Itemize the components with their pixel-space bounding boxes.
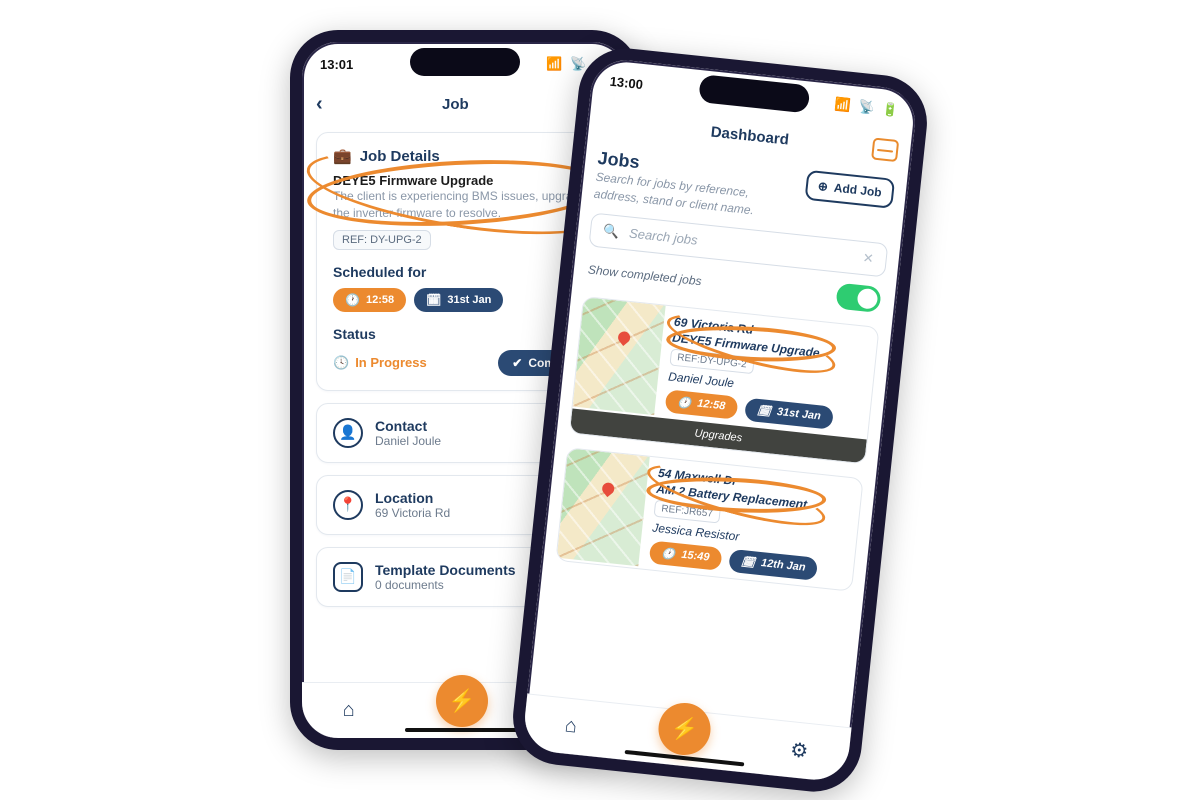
screen-dashboard: Dashboard Jobs Search for jobs by refere… — [527, 101, 914, 728]
map-thumbnail — [573, 297, 666, 415]
job-title: DEYE5 Firmware Upgrade — [333, 173, 597, 188]
job-time: 12:58 — [697, 398, 726, 413]
time-value: 12:58 — [366, 294, 394, 306]
fab-action[interactable]: ⚡ — [436, 675, 488, 727]
battery-icon: 🔋 — [881, 101, 899, 118]
signal-icon: 📶 — [834, 96, 852, 113]
search-icon: 🔍 — [602, 222, 620, 240]
tab-settings[interactable]: ⚙ — [789, 737, 809, 764]
tab-home[interactable]: ⌂ — [564, 715, 578, 739]
location-label: Location — [375, 490, 450, 506]
job-details-heading: 💼 Job Details — [333, 147, 597, 165]
device-notch — [410, 48, 520, 76]
job-time-pill: 🕐 15:49 — [649, 540, 723, 570]
wifi-icon: 📡 — [570, 56, 586, 71]
job-ref: REF:JR657 — [654, 499, 721, 523]
person-icon: 👤 — [333, 418, 363, 448]
job-date-pill: 🗓 12th Jan — [728, 548, 819, 580]
map-pin-icon — [600, 480, 617, 497]
document-icon: 📄 — [333, 562, 363, 592]
job-details-heading-text: Job Details — [360, 148, 440, 165]
check-icon: ✔ — [512, 356, 522, 370]
job-date: 12th Jan — [760, 557, 806, 574]
calendar-icon: 🗓 — [741, 555, 756, 569]
job-description: The client is experiencing BMS issues, u… — [333, 188, 597, 222]
status-icons: 📶 📡 🔋 — [830, 96, 899, 119]
wifi-icon: 📡 — [858, 99, 876, 116]
job-date-pill: 🗓 31st Jan — [744, 397, 834, 429]
pin-icon: 📍 — [333, 490, 363, 520]
completed-toggle[interactable] — [835, 282, 881, 312]
add-job-button[interactable]: ⊕ Add Job — [804, 170, 895, 209]
status-text: 🕓 In Progress — [333, 355, 427, 371]
time-pill[interactable]: 🕐 12:58 — [333, 288, 406, 312]
template-value: 0 documents — [375, 578, 516, 592]
tab-home[interactable]: ⌂ — [343, 699, 355, 722]
pin-plus-icon: ⊕ — [817, 179, 828, 194]
clock-icon: 🕐 — [677, 395, 692, 409]
job-time-pill: 🕐 12:58 — [665, 389, 739, 419]
job-date: 31st Jan — [776, 406, 821, 423]
status-time: 13:00 — [609, 73, 644, 91]
back-button[interactable]: ‹ — [316, 93, 323, 116]
signal-icon: 📶 — [546, 56, 562, 71]
toggle-label: Show completed jobs — [587, 262, 702, 288]
contact-label: Contact — [375, 418, 441, 434]
job-card[interactable]: 54 Maxwell Dr AM 2 Battery Replacement R… — [555, 447, 863, 592]
date-pill[interactable]: 🗓 31st Jan — [414, 288, 503, 312]
progress-icon: 🕓 — [333, 355, 349, 371]
date-value: 31st Jan — [447, 294, 491, 306]
status-time: 13:01 — [320, 57, 353, 72]
job-time: 15:49 — [681, 549, 710, 564]
clock-icon: 🕐 — [345, 293, 360, 307]
map-thumbnail — [557, 448, 650, 566]
clear-search-icon[interactable]: ✕ — [862, 250, 875, 267]
location-value: 69 Victoria Rd — [375, 506, 450, 520]
clock-icon: 🕐 — [661, 546, 676, 560]
search-placeholder: Search jobs — [628, 226, 698, 248]
inbox-icon[interactable] — [871, 137, 899, 162]
calendar-icon: 🗓 — [426, 293, 441, 307]
scheduled-heading: Scheduled for — [333, 264, 597, 280]
job-card[interactable]: 69 Victoria Rd DEYE5 Firmware Upgrade RE… — [569, 296, 880, 464]
contact-value: Daniel Joule — [375, 434, 441, 448]
template-label: Template Documents — [375, 562, 516, 578]
nav-title: Job — [323, 96, 588, 113]
nav-bar: ‹ Job 0 — [316, 86, 614, 122]
briefcase-icon: 💼 — [333, 147, 352, 165]
job-ref-chip: REF: DY-UPG-2 — [333, 230, 431, 250]
calendar-icon: 🗓 — [756, 403, 771, 417]
map-pin-icon — [616, 329, 633, 346]
home-indicator — [405, 728, 525, 732]
status-label: In Progress — [355, 355, 427, 370]
phone-dashboard: 13:00 📶 📡 🔋 Dashboard Jobs Search for jo… — [508, 44, 931, 797]
add-job-label: Add Job — [833, 181, 882, 200]
